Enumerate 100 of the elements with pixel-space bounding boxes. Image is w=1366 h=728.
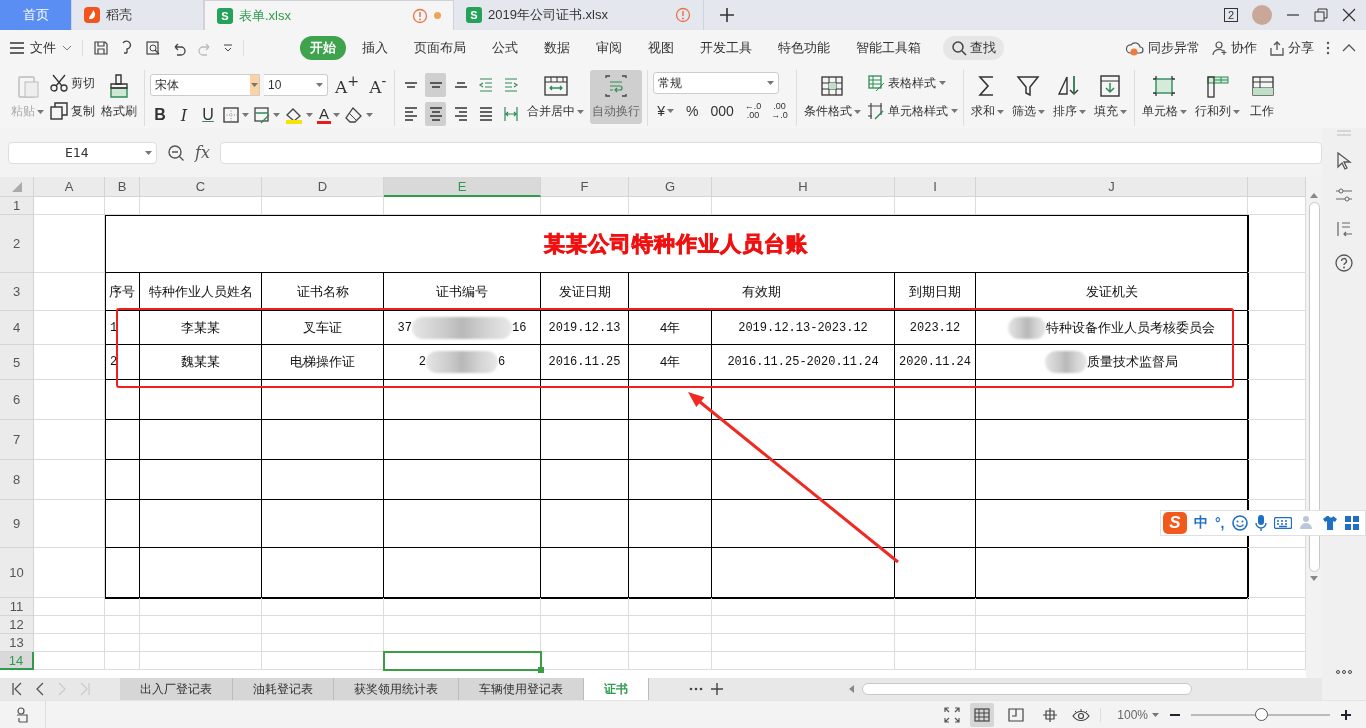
column-heading: 证书名称 [262, 273, 384, 311]
ribbon-tab[interactable]: 公式 [482, 36, 528, 60]
underline-button[interactable]: U [198, 106, 218, 124]
conditional-format-button[interactable]: 条件格式 [801, 70, 863, 124]
table-cell: 4年 [629, 311, 712, 345]
row-header[interactable]: 9 [0, 500, 34, 548]
cell-button[interactable]: 单元格 [1139, 70, 1189, 124]
sheet-tab[interactable]: 获奖领用统计表 [334, 678, 459, 700]
ribbon-tab[interactable]: 数据 [534, 36, 580, 60]
zoom-level[interactable]: 100% [1100, 707, 1159, 722]
share-button[interactable]: 分享 [1269, 39, 1314, 57]
sum-button[interactable]: 求和 [968, 70, 1006, 124]
column-heading: 发证日期 [541, 273, 629, 311]
row-header[interactable]: 4 [0, 311, 34, 345]
sheet-title: 某某公司特种作业人员台账 [544, 230, 808, 257]
table-cell: 质量技术监督局 [976, 345, 1248, 380]
font-size-field[interactable]: 10 [264, 74, 328, 96]
wrap-text-button[interactable]: 自动换行 [590, 70, 643, 124]
sheet-tab[interactable]: 出入厂登记表 [120, 678, 233, 700]
column-header[interactable]: I [895, 177, 976, 197]
table-cell: 37 16 [384, 311, 541, 345]
row-header[interactable]: 6 [0, 380, 34, 420]
decimal-button[interactable]: .00 →.0 [768, 102, 791, 120]
row-header[interactable]: 3 [0, 273, 34, 311]
column-header[interactable]: H [712, 177, 895, 197]
worksheet-button[interactable]: 工作 [1245, 70, 1278, 124]
row-header[interactable]: 7 [0, 420, 34, 460]
column-heading: 发证机关 [976, 273, 1248, 311]
number-format-field[interactable]: 常规 [653, 72, 780, 94]
table-style-button[interactable]: 表格样式 [866, 72, 958, 94]
row-header[interactable]: 2 [0, 215, 34, 273]
column-header[interactable]: B [105, 177, 140, 197]
column-header[interactable]: J [976, 177, 1248, 197]
row-header[interactable]: 13 [0, 634, 34, 652]
ribbon-tab[interactable]: 审阅 [586, 36, 632, 60]
ribbon-tab[interactable]: 特色功能 [768, 36, 840, 60]
cell-style-button[interactable]: 单元格样式 [866, 100, 958, 122]
spreadsheet-icon: S [466, 7, 482, 23]
font-color-button[interactable]: A [317, 106, 340, 124]
table-cell: 2 [105, 345, 140, 380]
cut-button[interactable]: 剪切 [50, 72, 95, 94]
table-cell: 电梯操作证 [262, 345, 384, 380]
italic-button[interactable]: I [174, 105, 194, 125]
fill-button[interactable]: 填充 [1091, 70, 1129, 124]
bold-button[interactable]: B [150, 106, 170, 124]
input-mode[interactable]: 中 [1194, 514, 1208, 532]
decimal-button[interactable]: ←.0 .00 [741, 102, 765, 120]
function-label[interactable]: fx [195, 143, 210, 162]
row-header[interactable]: 5 [0, 345, 34, 380]
table-cell: 特种设备作业人员考核委员会 [976, 311, 1248, 345]
ribbon-tab[interactable]: 插入 [352, 36, 398, 60]
row-header[interactable]: 11 [0, 598, 34, 616]
column-header[interactable]: G [629, 177, 712, 197]
row-header[interactable]: 1 [0, 197, 34, 215]
table-cell: 叉车证 [262, 311, 384, 345]
font-size-step-button[interactable]: A$^{-}$ [366, 73, 390, 97]
table-cell: 李某某 [140, 311, 262, 345]
number-format-button[interactable]: ¥ [653, 103, 679, 119]
font-size-step-button[interactable]: A$^{+}$ [332, 73, 363, 97]
file-menu[interactable]: 文件 [10, 39, 82, 57]
ribbon-tab[interactable]: 开发工具 [690, 36, 762, 60]
punctuation-mode[interactable]: °, [1215, 515, 1225, 531]
format-painter-button[interactable]: 格式刷 [99, 70, 139, 124]
collaborate-button[interactable]: 协作 [1212, 39, 1257, 57]
number-format-button[interactable]: % [682, 103, 703, 119]
column-header[interactable]: F [541, 177, 629, 197]
copy-button[interactable]: 复制 [50, 100, 95, 122]
sheet-tab[interactable]: 油耗登记表 [233, 678, 334, 700]
table-cell: 4年 [629, 345, 712, 380]
merge-center-button[interactable]: 合并居中 [525, 70, 587, 124]
ribbon-tab[interactable]: 智能工具箱 [846, 36, 931, 60]
filter-button[interactable]: 筛选 [1009, 70, 1047, 124]
name-box[interactable]: E14 [8, 141, 157, 164]
font-name-field[interactable]: 宋体 [150, 74, 260, 96]
column-heading: 有效期 [629, 273, 895, 311]
spreadsheet-icon: S [217, 7, 233, 24]
ribbon-tab[interactable]: 视图 [638, 36, 684, 60]
table-cell: 2019.12.13-2023.12 [712, 311, 895, 345]
sheet-tab[interactable]: 车辆使用登记表 [459, 678, 584, 700]
column-heading: 序号 [105, 273, 140, 311]
row-header[interactable]: 10 [0, 548, 34, 598]
window-count[interactable]: 2 [1223, 8, 1238, 22]
column-heading: 证书编号 [384, 273, 541, 311]
column-header[interactable]: C [140, 177, 262, 197]
ribbon-tab[interactable]: 页面布局 [404, 36, 476, 60]
search-button[interactable]: 查找 [943, 36, 1004, 60]
sort-button[interactable]: 排序 [1050, 70, 1088, 124]
table-cell: 2 6 [384, 345, 541, 380]
number-format-button[interactable]: 000 [706, 103, 738, 119]
table-cell: 2023.12 [895, 311, 976, 345]
table-cell: 2020.11.24 [895, 345, 976, 380]
sheet-tab[interactable]: 证书 [584, 678, 649, 700]
rows-columns-button[interactable]: 行和列 [1192, 70, 1242, 124]
table-cell: 2019.12.13 [541, 311, 629, 345]
sync-button[interactable]: 同步异常 [1125, 39, 1200, 57]
table-cell: 魏某某 [140, 345, 262, 380]
row-header[interactable]: 12 [0, 616, 34, 634]
column-header[interactable]: A [34, 177, 105, 197]
column-header[interactable]: D [262, 177, 384, 197]
row-header[interactable]: 8 [0, 460, 34, 500]
